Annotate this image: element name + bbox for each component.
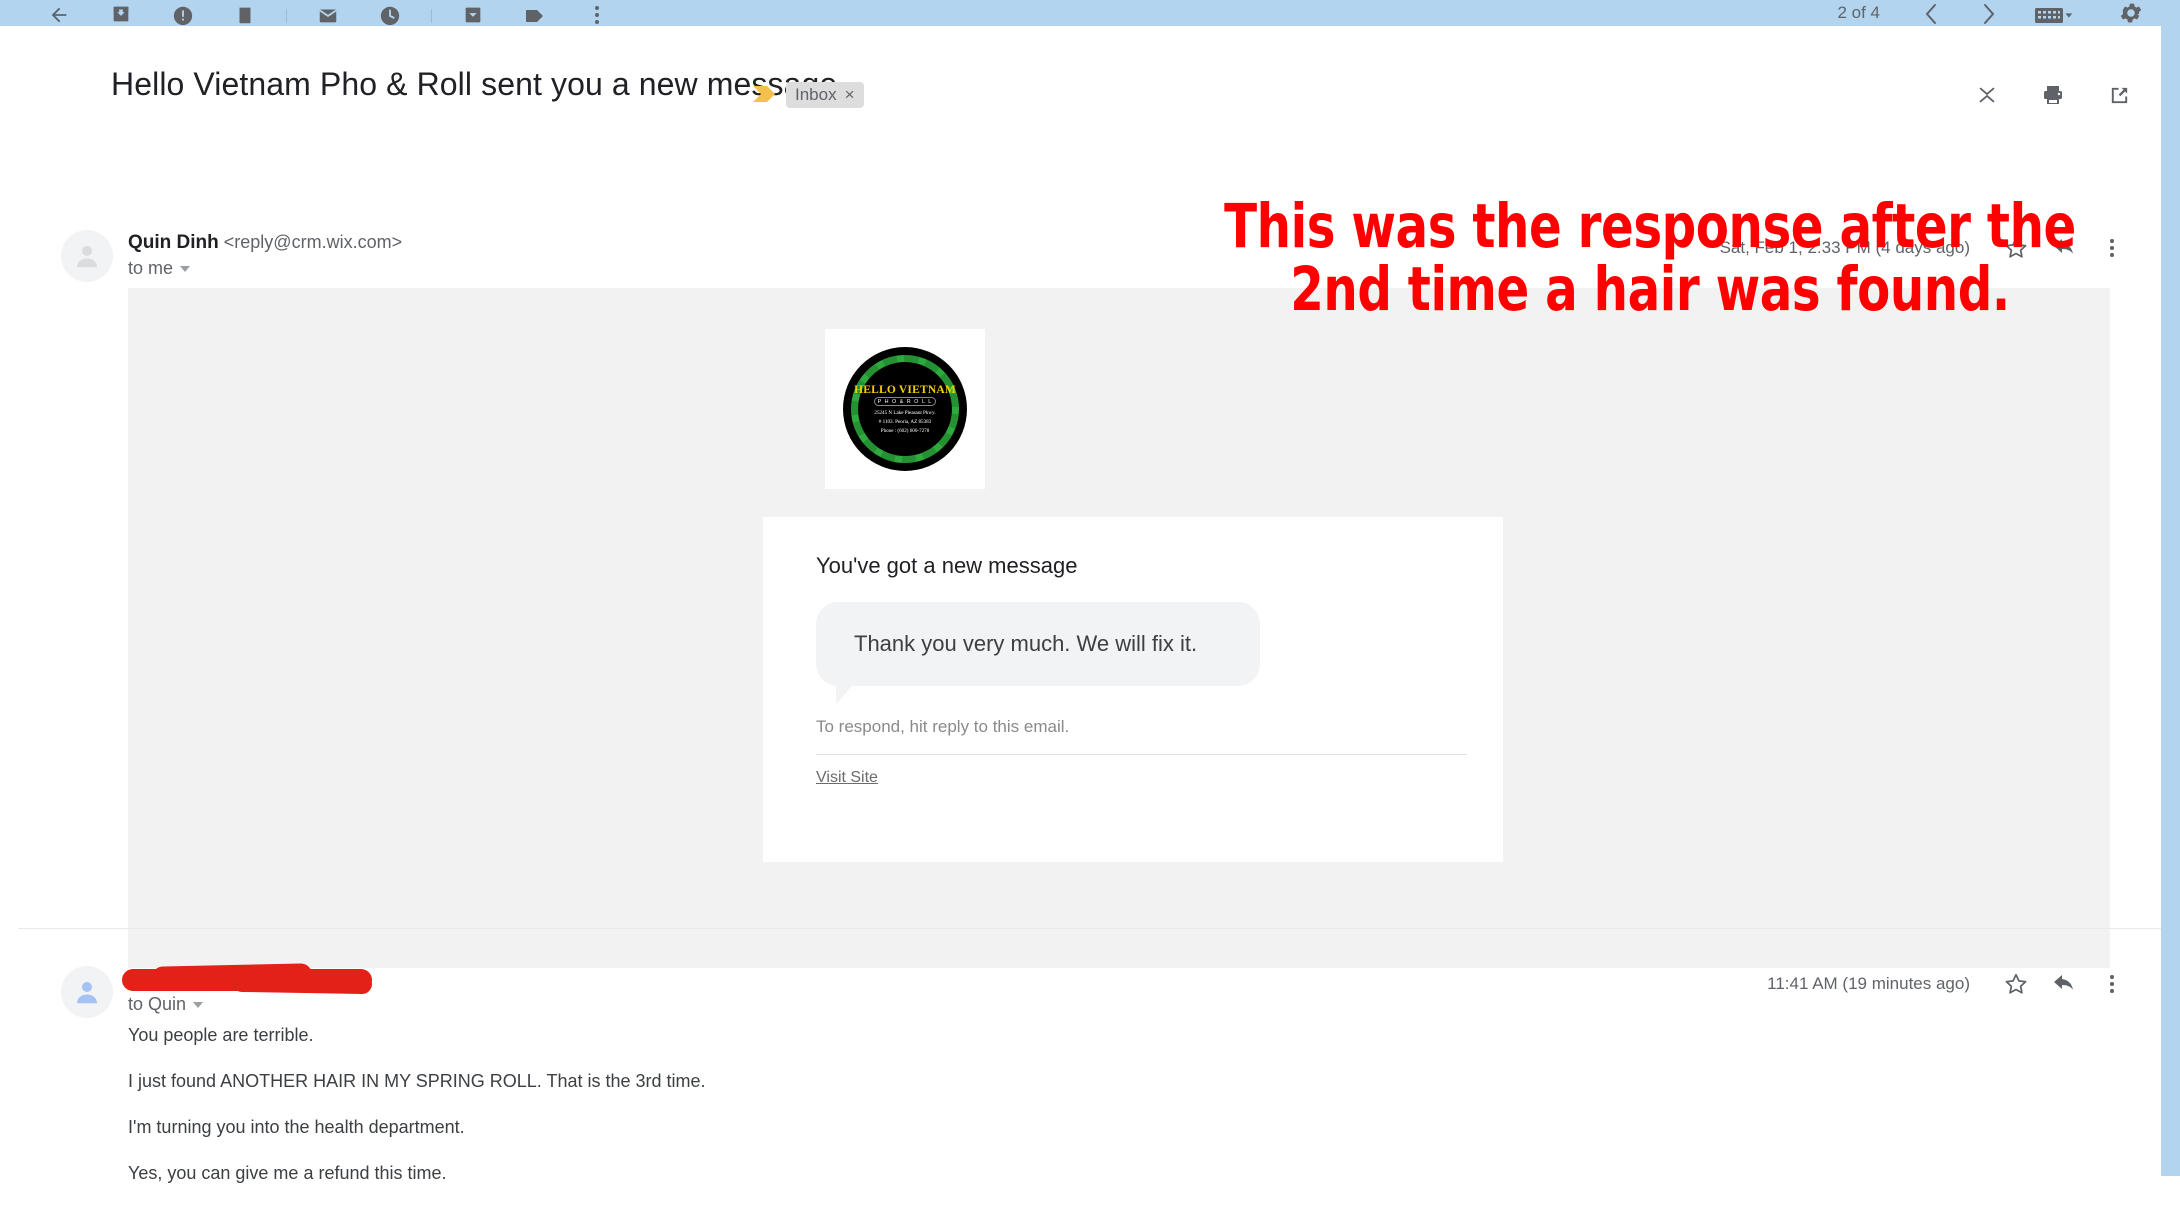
email-thread-pane: Hello Vietnam Pho & Roll sent you a new … — [18, 26, 2161, 1182]
recipient-line[interactable]: to Quin — [128, 994, 204, 1015]
toolbar-left-actions — [0, 0, 628, 26]
body-paragraph: I'm turning you into the health departme… — [128, 1117, 465, 1137]
email-body-content: HELLO VIETNAM P H O & R O L L 25245 N La… — [128, 288, 2110, 968]
toolbar-right-actions: 2 of 4 — [1837, 0, 2162, 26]
more-options-icon[interactable] — [2088, 230, 2136, 266]
previous-message-button[interactable] — [1902, 0, 1960, 26]
snooze-button[interactable] — [359, 0, 421, 26]
chevron-down-icon[interactable] — [193, 1001, 204, 1008]
delete-button[interactable] — [214, 0, 276, 26]
bubble-text: Thank you very much. We will fix it. — [854, 631, 1198, 656]
star-outline-icon[interactable] — [1992, 966, 2040, 1002]
open-in-new-window-icon[interactable] — [2102, 78, 2136, 112]
avatar — [61, 230, 113, 282]
timestamp: Sat, Feb 1, 2:33 PM (4 days ago) — [1719, 238, 1970, 257]
logo-address-line-1: 25245 N Lake Pleasant Pkwy. — [874, 410, 936, 417]
importance-chevron-icon[interactable] — [751, 84, 777, 109]
redacted-sender-name — [122, 969, 372, 991]
print-icon[interactable] — [2036, 78, 2070, 112]
gmail-toolbar: 2 of 4 — [0, 0, 2180, 26]
message-count: 2 of 4 — [1837, 3, 1880, 22]
body-paragraph: I just found ANOTHER HAIR IN MY SPRING R… — [128, 1071, 706, 1091]
card-title: You've got a new message — [816, 553, 1078, 578]
next-message-button[interactable] — [1960, 0, 2018, 26]
logo-phone: Phone : (602) 600-7278 — [880, 428, 930, 435]
avatar — [61, 966, 113, 1018]
timestamp: 11:41 AM (19 minutes ago) — [1767, 974, 1970, 993]
reply-arrow-icon[interactable] — [2040, 230, 2088, 266]
toolbar-divider-2 — [431, 9, 432, 23]
inbox-label-text: Inbox — [795, 85, 837, 104]
logo-title: HELLO VIETNAM — [854, 383, 956, 396]
reply-arrow-icon[interactable] — [2040, 966, 2088, 1002]
toolbar-divider — [286, 9, 287, 23]
keyboard-input-button[interactable] — [2018, 0, 2092, 26]
message-1-meta: Sat, Feb 1, 2:33 PM (4 days ago) — [1720, 230, 2136, 266]
sender-email: <reply@crm.wix.com> — [223, 232, 403, 252]
message-bubble: Thank you very much. We will fix it. — [816, 602, 1260, 686]
message-divider — [18, 928, 2161, 929]
label-button[interactable] — [504, 0, 566, 26]
recipient-label: to me — [128, 258, 174, 278]
archive-button[interactable] — [90, 0, 152, 26]
more-options-icon[interactable] — [2088, 966, 2136, 1002]
body-paragraph: Yes, you can give me a refund this time. — [128, 1163, 447, 1183]
toolbar-more-button[interactable] — [566, 0, 628, 26]
respond-note: To respond, hit reply to this email. — [816, 717, 1070, 736]
message-2-body: You people are terrible. I just found AN… — [128, 1026, 706, 1210]
subject-actions — [1970, 78, 2136, 112]
visit-site-link[interactable]: Visit Site — [816, 769, 878, 787]
logo-address-line-2: # 1103. Peoria, AZ 85383 — [878, 418, 932, 425]
page-title: Hello Vietnam Pho & Roll sent you a new … — [111, 66, 838, 102]
inbox-label-chip[interactable]: Inbox × — [786, 82, 864, 108]
report-spam-button[interactable] — [152, 0, 214, 26]
star-outline-icon[interactable] — [1992, 230, 2040, 266]
notification-card: You've got a new message Thank you very … — [763, 517, 1503, 862]
collapse-all-icon[interactable] — [1970, 78, 2004, 112]
recipient-label: to Quin — [128, 994, 187, 1014]
logo-subtitle: P H O & R O L L — [873, 397, 937, 407]
mark-unread-button[interactable] — [297, 0, 359, 26]
card-divider — [816, 754, 1467, 755]
business-logo: HELLO VIETNAM P H O & R O L L 25245 N La… — [825, 329, 985, 489]
sender-name: Quin Dinh — [128, 232, 219, 253]
bubble-tail — [836, 686, 852, 704]
move-to-button[interactable] — [442, 0, 504, 26]
chevron-down-icon[interactable] — [180, 265, 191, 272]
back-button[interactable] — [28, 0, 90, 26]
recipient-line[interactable]: to me — [128, 258, 191, 279]
remove-label-icon[interactable]: × — [845, 86, 855, 103]
subject-row: Hello Vietnam Pho & Roll sent you a new … — [18, 26, 2161, 108]
sender-line: Quin Dinh <reply@crm.wix.com> — [128, 232, 402, 254]
logo-inner-content: HELLO VIETNAM P H O & R O L L 25245 N La… — [854, 363, 956, 455]
logo-circle: HELLO VIETNAM P H O & R O L L 25245 N La… — [843, 347, 967, 471]
message-2-meta: 11:41 AM (19 minutes ago) — [1767, 966, 2136, 1002]
body-paragraph: You people are terrible. — [128, 1025, 314, 1045]
settings-gear-button[interactable] — [2100, 0, 2162, 26]
scrollbar-track[interactable] — [2161, 26, 2180, 1176]
